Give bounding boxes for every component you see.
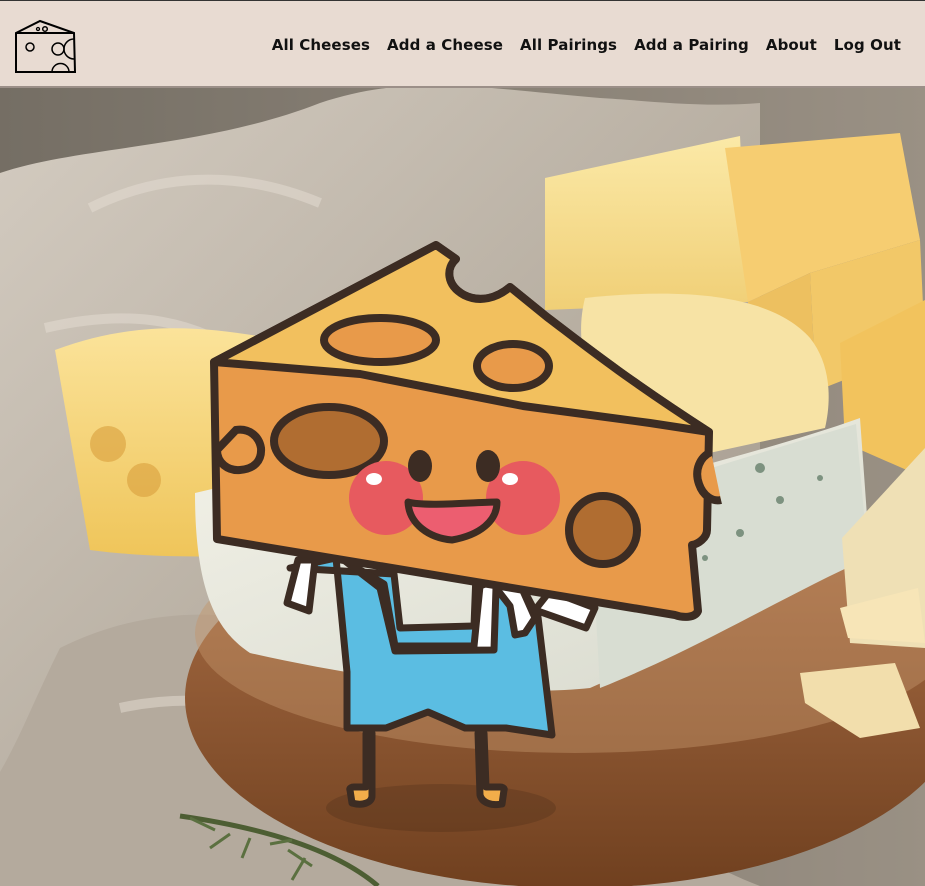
nav-about[interactable]: About	[766, 36, 817, 54]
nav-log-out[interactable]: Log Out	[834, 36, 901, 54]
nav-all-cheeses[interactable]: All Cheeses	[272, 36, 370, 54]
top-nav-bar: All Cheeses Add a Cheese All Pairings Ad…	[0, 0, 925, 88]
cheese-board-hero-image	[0, 88, 925, 886]
main-navigation: All Cheeses Add a Cheese All Pairings Ad…	[272, 36, 901, 54]
cheese-logo-icon[interactable]	[14, 19, 77, 73]
nav-add-cheese[interactable]: Add a Cheese	[387, 36, 503, 54]
nav-all-pairings[interactable]: All Pairings	[520, 36, 617, 54]
app-frame: All Cheeses Add a Cheese All Pairings Ad…	[0, 0, 925, 886]
nav-add-pairing[interactable]: Add a Pairing	[634, 36, 749, 54]
